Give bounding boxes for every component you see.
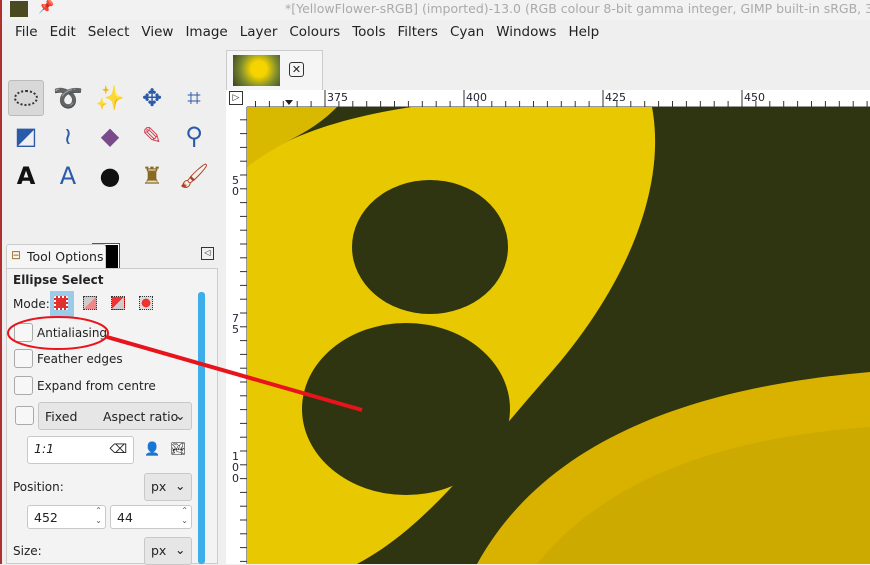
menu-help[interactable]: Help <box>562 22 605 46</box>
chevron-down-icon: ⌄ <box>175 408 186 423</box>
menu-filters[interactable]: Filters <box>391 22 443 46</box>
size-unit: px <box>151 543 167 558</box>
eraser-tool-icon[interactable]: ✎ <box>134 118 170 154</box>
mode-add-button[interactable] <box>83 296 97 310</box>
landscape-icon[interactable]: 🏞 <box>170 442 187 457</box>
lasso-tool-icon[interactable]: ➰ <box>50 80 86 116</box>
ruler-label: 50 <box>232 174 239 198</box>
fixed-dropdown[interactable]: Fixed Aspect ratio ⌄ <box>38 402 192 430</box>
menu-file[interactable]: File <box>9 22 44 46</box>
pin-icon[interactable]: 📌 <box>38 0 54 15</box>
position-y-value: 44 <box>117 510 133 525</box>
smudge-tool-icon[interactable]: ♜ <box>134 158 170 194</box>
ellipse-selection-antialiased <box>352 180 508 314</box>
position-x-input[interactable]: 452 ⌃ ⌄ <box>27 505 106 529</box>
position-label: Position: <box>13 480 64 494</box>
clear-icon[interactable]: ⌫ <box>109 441 127 456</box>
chevron-down-icon: ⌄ <box>175 542 186 557</box>
warp-transform-tool-icon[interactable]: ≀ <box>50 118 86 154</box>
mode-label: Mode: <box>13 297 50 311</box>
position-y-input[interactable]: 44 ⌃ ⌄ <box>110 505 192 529</box>
gimp-icon <box>10 1 28 17</box>
tool-options-scrollbar[interactable] <box>198 292 205 564</box>
expand-from-centre-checkbox[interactable] <box>14 376 33 395</box>
image-tab[interactable]: ✕ <box>226 50 323 90</box>
spin-arrows-icon[interactable]: ⌃ ⌄ <box>95 506 102 526</box>
ruler-label: 75 <box>232 312 239 336</box>
vertical-ruler: 50 75 100 <box>226 107 247 564</box>
fixed-checkbox[interactable] <box>15 406 34 425</box>
menu-tools[interactable]: Tools <box>346 22 391 46</box>
fixed-option: Aspect ratio <box>103 409 179 424</box>
position-unit: px <box>151 479 167 494</box>
aspect-ratio-input[interactable]: 1:1 ⌫ <box>27 436 134 464</box>
spin-arrows-icon[interactable]: ⌃ ⌄ <box>181 506 188 526</box>
clone-tool-icon[interactable]: ⚲ <box>176 118 212 154</box>
tool-name: Ellipse Select <box>13 273 104 287</box>
position-x-value: 452 <box>34 510 58 525</box>
fixed-label: Fixed <box>45 409 78 424</box>
tab-label: Tool Options <box>27 249 104 264</box>
size-unit-dropdown[interactable]: px ⌄ <box>144 537 192 565</box>
menu-edit[interactable]: Edit <box>44 22 82 46</box>
menu-bar: File Edit Select View Image Layer Colour… <box>0 22 870 46</box>
menu-image[interactable]: Image <box>179 22 233 46</box>
menu-cyan[interactable]: Cyan <box>444 22 490 46</box>
ruler-label: 100 <box>232 450 239 485</box>
window-title: *[YellowFlower-sRGB] (imported)-13.0 (RG… <box>285 1 870 16</box>
paths-tool-icon[interactable]: A <box>50 158 86 194</box>
paintbrush-tool-icon[interactable]: 🖌 <box>176 158 212 194</box>
text-tool-icon[interactable]: A <box>8 158 44 194</box>
ratio-value: 1:1 <box>34 441 55 456</box>
tool-options-panel: Ellipse Select Mode: Antialiasing Feathe… <box>6 268 218 565</box>
menu-colours[interactable]: Colours <box>283 22 346 46</box>
color-picker-tool-icon[interactable]: ● <box>92 158 128 194</box>
tool-options-icon: ⊟ <box>11 248 22 262</box>
move-tool-icon[interactable]: ✥ <box>134 80 170 116</box>
ellipse-selection-aliased <box>302 323 510 495</box>
tab-tool-options[interactable]: ⊟ Tool Options <box>6 244 106 269</box>
fuzzy-select-tool-icon[interactable]: ✨ <box>92 80 128 116</box>
chevron-down-icon: ⌄ <box>175 478 186 493</box>
menu-select[interactable]: Select <box>82 22 136 46</box>
mode-replace-button[interactable] <box>50 291 74 317</box>
antialiasing-label: Antialiasing <box>37 326 108 340</box>
image-thumbnail <box>233 55 280 86</box>
unified-transform-tool-icon[interactable]: ◩ <box>8 118 44 154</box>
ruler-label: 425 <box>605 91 626 104</box>
ruler-label: 375 <box>327 91 348 104</box>
portrait-icon[interactable]: 👤 <box>144 442 160 457</box>
feather-edges-checkbox[interactable] <box>14 349 33 368</box>
panel-menu-icon[interactable]: ◁ <box>201 247 214 260</box>
bucket-fill-tool-icon[interactable]: ◆ <box>92 118 128 154</box>
mode-intersect-button[interactable] <box>139 296 153 310</box>
quick-mask-toggle[interactable]: ▷ <box>226 90 247 107</box>
image-canvas[interactable] <box>247 107 870 564</box>
feather-edges-label: Feather edges <box>37 352 123 366</box>
title-bar: 📌 *[YellowFlower-sRGB] (imported)-13.0 (… <box>0 0 870 20</box>
close-icon[interactable]: ✕ <box>289 62 304 77</box>
mode-subtract-button[interactable] <box>111 296 125 310</box>
menu-view[interactable]: View <box>135 22 179 46</box>
ruler-label: 400 <box>466 91 487 104</box>
antialiasing-checkbox[interactable] <box>14 323 33 342</box>
position-unit-dropdown[interactable]: px ⌄ <box>144 473 192 501</box>
expand-from-centre-label: Expand from centre <box>37 379 156 393</box>
ellipse-select-tool-icon[interactable] <box>8 80 44 116</box>
ruler-label: 450 <box>744 91 765 104</box>
menu-windows[interactable]: Windows <box>490 22 562 46</box>
size-label: Size: <box>13 544 42 558</box>
crop-tool-icon[interactable]: ⌗ <box>176 80 212 116</box>
horizontal-ruler: 375 400 425 450 <box>247 90 870 107</box>
menu-layer[interactable]: Layer <box>234 22 284 46</box>
